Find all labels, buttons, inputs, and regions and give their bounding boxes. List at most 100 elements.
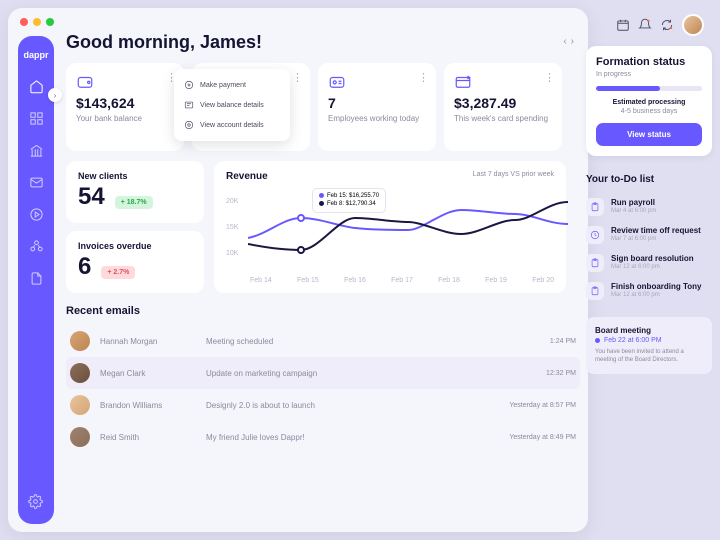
todo-section: Your to-Do list Run payrollMar 4 at 6:00…	[586, 174, 712, 374]
meeting-title: Board meeting	[595, 326, 703, 335]
card-value: $143,624	[76, 95, 174, 111]
avatar	[70, 427, 90, 447]
pager-prev[interactable]: ‹	[563, 36, 566, 47]
chart-subtitle: Last 7 days VS prior week	[473, 171, 554, 178]
est-value: 4-5 business days	[596, 108, 702, 115]
more-icon[interactable]: ⋮	[418, 71, 428, 84]
view-status-button[interactable]: View status	[596, 123, 702, 146]
badge-icon	[328, 73, 346, 89]
todo-item[interactable]: Review time off requestMar 7 at 6:00 pm	[586, 221, 712, 249]
metric-badge: + 18.7%	[115, 196, 153, 209]
progress-fill	[596, 86, 660, 91]
window-controls	[20, 18, 54, 26]
pager-next[interactable]: ›	[571, 36, 574, 47]
card-label: This week's card spending	[454, 114, 552, 124]
emails-list: Hannah Morgan Meeting scheduled 1:24 PM …	[66, 325, 580, 453]
bell-icon[interactable]	[638, 18, 652, 32]
x-tick: Feb 14	[250, 277, 272, 284]
x-tick: Feb 20	[532, 277, 554, 284]
todo-item[interactable]: Sign board resolutionMar 12 at 6:00 pm	[586, 249, 712, 277]
est-title: Estimated processing	[596, 99, 702, 106]
app-window: dappr › Good morning, James! ‹ › ⋮ $143,…	[8, 8, 588, 532]
meeting-card[interactable]: Board meeting Feb 22 at 6:00 PM You have…	[586, 317, 712, 374]
clipboard-icon	[586, 198, 604, 216]
formation-card: Formation status In progress Estimated p…	[586, 46, 712, 156]
sidebar: dappr	[18, 36, 54, 524]
meeting-desc: You have been invited to attend a meetin…	[595, 348, 703, 365]
card-value: 7	[328, 95, 426, 111]
formation-title: Formation status	[596, 56, 702, 68]
nav-team-icon[interactable]	[28, 238, 44, 254]
formation-status: In progress	[596, 71, 702, 78]
todo-item[interactable]: Run payrollMar 4 at 6:00 pm	[586, 193, 712, 221]
nav-document-icon[interactable]	[28, 270, 44, 286]
pager: ‹ ›	[563, 36, 574, 47]
card-employees[interactable]: ⋮ 7 Employees working today	[318, 63, 436, 151]
wallet-icon	[76, 73, 94, 89]
calendar-icon[interactable]	[616, 18, 630, 32]
maximize-dot[interactable]	[46, 18, 54, 26]
card-value: $3,287.49	[454, 95, 552, 111]
nav-bank-icon[interactable]	[28, 142, 44, 158]
card-label: Employees working today	[328, 114, 426, 124]
x-tick: Feb 18	[438, 277, 460, 284]
user-avatar[interactable]	[682, 14, 704, 36]
emails-title: Recent emails	[66, 305, 580, 317]
metric-title: New clients	[78, 171, 192, 181]
more-icon[interactable]: ⋮	[292, 71, 302, 84]
y-tick: 10K	[226, 250, 238, 257]
avatar	[70, 395, 90, 415]
greeting-title: Good morning, James!	[66, 32, 580, 53]
todo-item[interactable]: Finish onboarding TonyMar 12 at 6:00 pm	[586, 277, 712, 305]
x-tick: Feb 16	[344, 277, 366, 284]
x-tick: Feb 19	[485, 277, 507, 284]
main-content: Good morning, James! ‹ › ⋮ $143,624 Your…	[66, 32, 580, 453]
nav-settings-icon[interactable]	[28, 494, 44, 510]
email-row[interactable]: Megan Clark Update on marketing campaign…	[66, 357, 580, 389]
x-tick: Feb 17	[391, 277, 413, 284]
meeting-date: Feb 22 at 6:00 PM	[595, 337, 703, 344]
chart-tooltip: Feb 15: $16,255.70 Feb 8: $12,790.34	[312, 188, 386, 213]
minimize-dot[interactable]	[33, 18, 41, 26]
close-dot[interactable]	[20, 18, 28, 26]
clipboard-icon	[586, 282, 604, 300]
clipboard-icon	[586, 254, 604, 272]
sidebar-expand-icon[interactable]: ›	[48, 88, 62, 102]
card-bank-balance[interactable]: ⋮ $143,624 Your bank balance	[66, 63, 184, 151]
dd-view-account[interactable]: View account details	[174, 115, 290, 135]
chart-lines	[248, 196, 568, 274]
email-row[interactable]: Brandon Williams Designly 2.0 is about t…	[66, 389, 580, 421]
top-actions	[586, 8, 712, 42]
clock-icon	[586, 226, 604, 244]
metric-value: 6	[78, 253, 91, 281]
x-axis: Feb 14 Feb 15 Feb 16 Feb 17 Feb 18 Feb 1…	[250, 277, 554, 284]
avatar	[70, 331, 90, 351]
nav-dashboard-icon[interactable]	[28, 110, 44, 126]
email-row[interactable]: Hannah Morgan Meeting scheduled 1:24 PM	[66, 325, 580, 357]
nav-play-icon[interactable]	[28, 206, 44, 222]
metric-badge: + 2.7%	[101, 266, 135, 279]
progress-bar	[596, 86, 702, 91]
nav-home-icon[interactable]	[28, 78, 44, 94]
metric-title: Invoices overdue	[78, 241, 192, 251]
stat-cards: ⋮ $143,624 Your bank balance ⋮ ⋮ 7 Emplo…	[66, 63, 580, 151]
nav-mail-icon[interactable]	[28, 174, 44, 190]
logo: dappr	[23, 50, 48, 60]
metric-value: 54	[78, 183, 105, 211]
card-icon	[454, 73, 472, 89]
refresh-icon[interactable]	[660, 18, 674, 32]
metric-invoices-overdue[interactable]: Invoices overdue 6 + 2.7%	[66, 231, 204, 293]
dd-make-payment[interactable]: Make payment	[174, 75, 290, 95]
right-panel: Formation status In progress Estimated p…	[586, 8, 712, 532]
more-icon[interactable]: ⋮	[544, 71, 554, 84]
y-tick: 15K	[226, 224, 238, 231]
dd-view-balance[interactable]: View balance details	[174, 95, 290, 115]
todo-title: Your to-Do list	[586, 174, 712, 185]
metric-new-clients[interactable]: New clients 54 + 18.7%	[66, 161, 204, 223]
card-spending[interactable]: ⋮ $3,287.49 This week's card spending	[444, 63, 562, 151]
x-tick: Feb 15	[297, 277, 319, 284]
y-tick: 20K	[226, 198, 238, 205]
email-row[interactable]: Reid Smith My friend Julie loves Dappr! …	[66, 421, 580, 453]
revenue-chart: Revenue Last 7 days VS prior week 20K 15…	[214, 161, 566, 293]
card-dropdown: Make payment View balance details View a…	[174, 69, 290, 141]
